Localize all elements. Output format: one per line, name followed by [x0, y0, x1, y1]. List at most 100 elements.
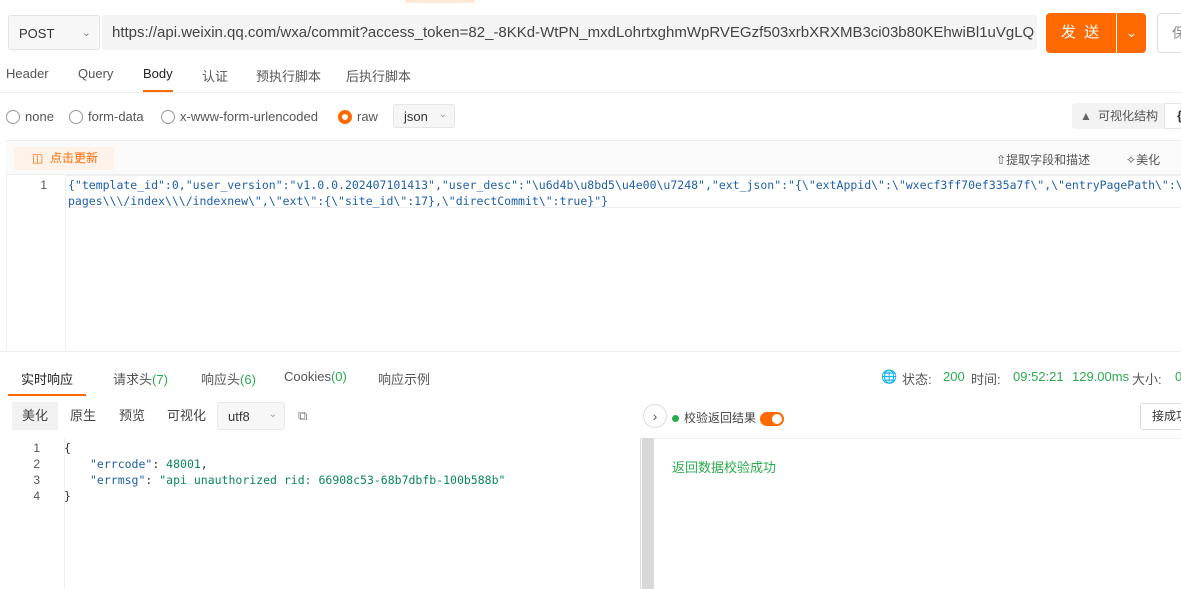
count-badge: (6)	[240, 372, 256, 387]
save-button[interactable]: 保	[1157, 13, 1181, 53]
beautify-label: 美化	[1136, 153, 1161, 167]
view-preview[interactable]: 预览	[109, 402, 155, 430]
switch-button[interactable]: 接成功	[1140, 403, 1181, 430]
tab-realtime-response[interactable]: 实时响应	[7, 369, 87, 396]
size-value: 0	[1175, 369, 1181, 384]
body-format-select[interactable]: json ⌄	[393, 104, 455, 128]
radio-circle	[6, 109, 20, 124]
wand-icon: ✧	[1126, 153, 1137, 167]
extract-fields-button[interactable]: ⇧提取字段和描述	[996, 151, 1090, 168]
line-gutter: 1 2 3 4	[0, 438, 65, 589]
json-key: "errcode"	[90, 457, 153, 471]
view-raw[interactable]: 原生	[60, 402, 106, 430]
json-number: 48001	[166, 457, 201, 471]
body-format-value: json	[404, 109, 428, 124]
radio-none[interactable]: none	[6, 108, 54, 126]
count-badge: (7)	[152, 372, 168, 387]
chevron-down-icon: ⌄	[438, 109, 447, 120]
divider	[654, 438, 1181, 439]
collapse-panel-button[interactable]: ›	[643, 404, 667, 428]
radio-circle-selected	[338, 109, 352, 124]
visual-structure-label: 可视化结构	[1098, 109, 1159, 123]
extract-icon: ⇧	[996, 153, 1007, 167]
request-body-editor[interactable]: 1 {"template_id":0,"user_version":"v1.0.…	[6, 175, 1181, 351]
radio-raw[interactable]: raw	[338, 108, 378, 126]
line-number: 2	[33, 457, 40, 471]
radio-urlencoded[interactable]: x-www-form-urlencoded	[161, 108, 318, 126]
tab-pre-script[interactable]: 预执行脚本	[256, 66, 321, 85]
response-body-viewer[interactable]: 1 2 3 4 { "errcode": 48001, "errmsg": "a…	[0, 438, 654, 589]
view-beautify[interactable]: 美化	[12, 402, 59, 430]
scrollbar[interactable]	[640, 438, 654, 589]
validation-toggle[interactable]	[760, 411, 785, 426]
editor-toolbar: ◫ 点击更新 ⇧提取字段和描述 ✧美化	[6, 140, 1181, 175]
send-button[interactable]: 发 送	[1046, 13, 1116, 53]
radio-circle	[161, 109, 175, 124]
status-value: 200	[943, 369, 965, 384]
encoding-select[interactable]: utf8 ⌄	[217, 402, 285, 430]
count-badge: (0)	[330, 369, 347, 384]
tab-request-headers[interactable]: 请求头(7)	[113, 369, 168, 388]
json-view-button[interactable]: {	[1164, 103, 1181, 129]
divider	[0, 351, 1181, 352]
tab-post-script[interactable]: 后执行脚本	[346, 66, 411, 85]
time-label: 时间:	[971, 372, 1001, 387]
radio-label: x-www-form-urlencoded	[180, 109, 318, 125]
line-number: 3	[33, 473, 40, 487]
encoding-value: utf8	[228, 409, 250, 424]
duration-value: 129.00ms	[1072, 369, 1130, 384]
tab-cookies[interactable]: Cookies(0)	[284, 369, 347, 384]
code-line: "errcode": 48001,	[90, 457, 208, 471]
tab-query[interactable]: Query	[78, 66, 113, 81]
extract-label: 提取字段和描述	[1006, 153, 1091, 167]
url-value: https://api.weixin.qq.com/wxa/commit?acc…	[112, 24, 1035, 41]
radio-label: none	[25, 109, 54, 125]
copy-icon[interactable]: ⧉	[298, 408, 307, 424]
radio-label: form-data	[88, 109, 144, 125]
chevron-right-icon: ›	[652, 408, 658, 424]
line-number: 4	[33, 489, 40, 503]
status-dot-icon	[672, 415, 679, 423]
tab-header[interactable]: Header	[6, 66, 49, 81]
size-label: 大小:	[1132, 372, 1162, 387]
validation-label: 校验返回结果	[684, 411, 757, 425]
refresh-label: 点击更新	[50, 151, 99, 165]
code-line: {	[64, 441, 71, 455]
code-line: pages\\\/index\\\/indexnew\",\"ext\":{\"…	[68, 194, 609, 208]
visual-structure-button[interactable]: ▲ 可视化结构	[1072, 103, 1164, 129]
tab-body[interactable]: Body	[143, 66, 173, 92]
chevron-down-icon: ⌄	[268, 409, 277, 420]
method-value: POST	[19, 26, 55, 41]
radio-label: raw	[357, 109, 378, 125]
tab-response-example[interactable]: 响应示例	[378, 369, 430, 388]
radio-form-data[interactable]: form-data	[69, 108, 144, 126]
scrollbar-thumb[interactable]	[642, 438, 654, 589]
refresh-button[interactable]: ◫ 点击更新	[14, 147, 114, 170]
tab-label: 响应头	[201, 372, 241, 387]
nodes-icon: ▲	[1080, 109, 1092, 123]
method-select[interactable]: POST ⌄	[8, 15, 100, 50]
view-visual[interactable]: 可视化	[157, 402, 216, 430]
json-string: "api unauthorized rid: 66908c53-68b7dbfb…	[159, 473, 506, 487]
url-input[interactable]: https://api.weixin.qq.com/wxa/commit?acc…	[102, 15, 1037, 50]
globe-icon: 🌐	[881, 369, 898, 384]
line-number: 1	[33, 441, 40, 455]
chevron-down-icon: ⌄	[1126, 25, 1137, 40]
refresh-icon: ◫	[32, 151, 44, 165]
chevron-down-icon: ⌄	[81, 27, 91, 39]
send-options-button[interactable]: ⌄	[1117, 13, 1146, 53]
status-label: 状态:	[902, 372, 932, 387]
code-line: }	[64, 489, 71, 503]
beautify-button[interactable]: ✧美化	[1126, 151, 1160, 168]
line-number: 1	[40, 178, 47, 192]
json-key: "errmsg"	[90, 473, 146, 487]
tab-auth[interactable]: 认证	[202, 66, 228, 85]
time-value: 09:52:21	[1013, 369, 1064, 384]
radio-circle	[69, 109, 83, 124]
line-gutter: 1	[7, 175, 66, 351]
code-line: "errmsg": "api unauthorized rid: 66908c5…	[90, 473, 506, 487]
tab-response-headers[interactable]: 响应头(6)	[201, 369, 256, 388]
tab-label: Cookies	[284, 369, 331, 384]
validation-header: 校验返回结果	[672, 409, 785, 426]
request-bar: POST ⌄ https://api.weixin.qq.com/wxa/com…	[0, 0, 1181, 58]
